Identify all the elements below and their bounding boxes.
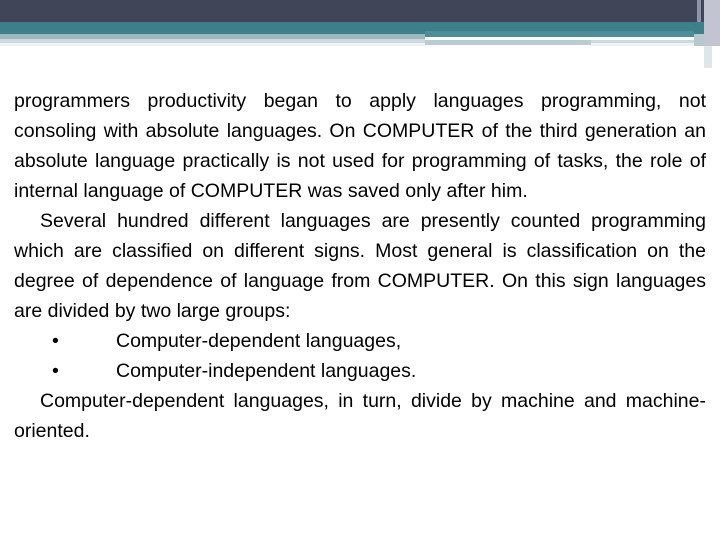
stripe-teal-overlay xyxy=(694,22,704,34)
header-band-dark xyxy=(0,0,720,22)
bullet-item-computer-dependent: • Computer-dependent languages, xyxy=(14,326,706,356)
body-paragraph-3: Computer-dependent languages, in turn, d… xyxy=(14,390,706,442)
bullet-label: Computer-dependent languages, xyxy=(116,330,402,352)
slide-body: programmers productivity began to apply … xyxy=(14,86,706,446)
bullet-label: Computer-independent languages. xyxy=(116,360,417,382)
bullet-item-computer-independent: • Computer-independent languages. xyxy=(14,356,706,386)
bullet-list: • Computer-dependent languages, • Comput… xyxy=(14,326,706,386)
header-rule-gap-2 xyxy=(425,45,591,48)
slide-canvas: programmers productivity began to apply … xyxy=(0,0,720,540)
bullet-marker-icon: • xyxy=(52,360,59,382)
body-paragraph-1: programmers productivity began to apply … xyxy=(14,90,706,202)
stripe-tail xyxy=(704,46,712,68)
header-band-soft-3 xyxy=(0,43,720,46)
bullet-marker-icon: • xyxy=(52,330,59,352)
stripe-lavender xyxy=(704,0,720,46)
header-vertical-stripes xyxy=(694,0,720,78)
body-paragraph-2: Several hundred different languages are … xyxy=(14,210,706,322)
header-decoration xyxy=(0,0,720,78)
stripe-soft-overlay xyxy=(694,34,704,46)
